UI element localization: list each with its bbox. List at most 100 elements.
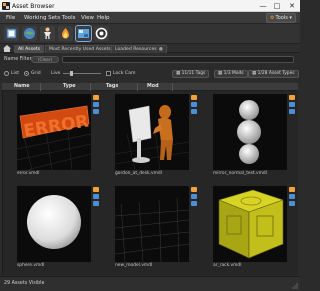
clear-button-label: Clear bbox=[39, 57, 51, 62]
lock-icon bbox=[191, 201, 197, 206]
asset-tile-ar-rack[interactable]: ar_rack.vmdl bbox=[199, 183, 297, 275]
asset-types-icon: ▦ bbox=[252, 71, 257, 76]
column-separator[interactable] bbox=[90, 83, 91, 91]
chevron-down-icon: ▾ bbox=[289, 15, 292, 21]
asset-grid: ERROR error.vmdl gordon_at_desk.vmdl mir… bbox=[2, 91, 298, 275]
lock-icon bbox=[93, 109, 99, 114]
name-filter-input[interactable] bbox=[62, 56, 294, 63]
menu-help[interactable]: Help bbox=[97, 15, 110, 21]
world-filter-icon[interactable] bbox=[22, 26, 37, 41]
tags-icon: ▦ bbox=[176, 71, 181, 76]
close-tab-icon[interactable]: ● bbox=[159, 47, 163, 52]
lock-icon bbox=[191, 109, 197, 114]
column-separator[interactable] bbox=[40, 83, 41, 91]
asset-tabs: All Assets Most Recently Used Assets Loa… bbox=[0, 44, 300, 53]
material-filter-icon[interactable] bbox=[94, 26, 109, 41]
tab-label: All Assets bbox=[18, 47, 41, 52]
asset-thumbnail[interactable]: ERROR bbox=[17, 94, 91, 170]
home-icon[interactable] bbox=[3, 45, 11, 52]
mods-filter-label: 1/3 Mods bbox=[223, 71, 244, 76]
asset-tile-new-model[interactable]: new_model.vmdl bbox=[101, 183, 199, 275]
window-titlebar: Asset Browser — □ ✕ bbox=[0, 0, 300, 12]
minimize-button[interactable]: — bbox=[256, 1, 270, 11]
tags-filter-label: 11/11 Tags bbox=[181, 71, 206, 76]
lock-icon bbox=[289, 201, 295, 206]
gear-icon: ⚙ bbox=[270, 15, 275, 21]
column-tags[interactable]: Tags bbox=[106, 84, 118, 89]
menu-file[interactable]: File bbox=[6, 15, 15, 21]
asset-tile-error[interactable]: ERROR error.vmdl bbox=[3, 91, 101, 183]
menu-tools[interactable]: Tools bbox=[62, 15, 76, 21]
asset-tile-sphere[interactable]: sphere.vmdl bbox=[3, 183, 101, 275]
asset-thumbnail[interactable] bbox=[213, 94, 287, 170]
asset-thumbnail[interactable] bbox=[115, 186, 189, 262]
asset-name: ar_rack.vmdl bbox=[213, 263, 242, 268]
asset-tile-gordon-at-desk[interactable]: gordon_at_desk.vmdl bbox=[101, 91, 199, 183]
menu-working-sets[interactable]: Working Sets bbox=[24, 15, 60, 21]
tools-button-label: Tools bbox=[275, 15, 288, 21]
view-options-row: List Grid Live Lock Cam ▦ 11/11 Tags ▦ 1… bbox=[0, 67, 300, 80]
model-type-icon bbox=[191, 95, 197, 100]
lock-cam-label: Lock Cam bbox=[113, 71, 136, 76]
asset-type-toolbar bbox=[0, 24, 300, 44]
column-header: Name Type Tags Mod bbox=[2, 83, 298, 91]
mods-filter-button[interactable]: ▦ 1/3 Mods bbox=[214, 70, 248, 78]
asset-thumbnail[interactable] bbox=[17, 186, 91, 262]
grid-view-label: Grid bbox=[31, 71, 41, 76]
lock-icon bbox=[93, 201, 99, 206]
window-title: Asset Browser bbox=[12, 3, 55, 10]
status-bar: 29 Assets Visible bbox=[0, 276, 300, 291]
list-view-radio[interactable] bbox=[4, 71, 9, 76]
asset-name: gordon_at_desk.vmdl bbox=[115, 171, 162, 176]
asset-thumbnail[interactable] bbox=[115, 94, 189, 170]
texture-filter-icon[interactable] bbox=[75, 25, 92, 42]
tab-label: Loaded Resources bbox=[115, 47, 157, 52]
menu-view[interactable]: View bbox=[81, 15, 94, 21]
lock-icon bbox=[289, 109, 295, 114]
mods-icon: ▦ bbox=[218, 71, 223, 76]
column-name[interactable]: Name bbox=[14, 84, 30, 89]
model-type-icon bbox=[93, 187, 99, 192]
asset-name: mirror_normal_test.vmdl bbox=[213, 171, 267, 176]
tools-dropdown-button[interactable]: ⚙Tools ▾ bbox=[266, 13, 296, 23]
particle-filter-icon[interactable] bbox=[58, 26, 73, 41]
name-filter-label: Name Filter: bbox=[4, 57, 34, 62]
visible-assets-count: 29 Assets Visible bbox=[4, 281, 45, 286]
tab-all-assets[interactable]: All Assets bbox=[14, 45, 45, 53]
asset-browser-app-icon bbox=[2, 2, 10, 10]
column-separator[interactable] bbox=[172, 83, 173, 91]
maximize-button[interactable]: □ bbox=[270, 1, 284, 11]
model-filter-icon[interactable] bbox=[4, 26, 19, 41]
model-type-icon bbox=[191, 187, 197, 192]
asset-name: error.vmdl bbox=[17, 171, 40, 176]
asset-types-filter-label: 1/28 Asset Types bbox=[257, 71, 295, 76]
model-type-icon bbox=[289, 95, 295, 100]
lock-icon bbox=[93, 194, 99, 199]
asset-tile-mirror-normal-test[interactable]: mirror_normal_test.vmdl bbox=[199, 91, 297, 183]
asset-name: new_model.vmdl bbox=[115, 263, 153, 268]
menubar: File Working Sets Tools View Help ⚙Tools… bbox=[0, 12, 300, 24]
live-label: Live bbox=[51, 71, 61, 76]
close-button[interactable]: ✕ bbox=[285, 1, 299, 11]
asset-thumbnail[interactable] bbox=[213, 186, 287, 262]
tab-loaded-resources[interactable]: Loaded Resources ● bbox=[111, 45, 167, 53]
asset-name: sphere.vmdl bbox=[17, 263, 45, 268]
model-type-icon bbox=[289, 187, 295, 192]
thumbnail-size-slider-handle[interactable] bbox=[70, 71, 73, 76]
resize-grip-icon[interactable] bbox=[292, 283, 298, 289]
column-separator[interactable] bbox=[137, 83, 138, 91]
character-filter-icon[interactable] bbox=[40, 26, 55, 41]
column-mod[interactable]: Mod bbox=[147, 84, 159, 89]
column-type[interactable]: Type bbox=[63, 84, 76, 89]
asset-types-filter-button[interactable]: ▦ 1/28 Asset Types bbox=[248, 70, 299, 78]
list-view-label: List bbox=[11, 71, 20, 76]
name-filter-row: Name Filter: (Clear) bbox=[0, 54, 300, 66]
tags-filter-button[interactable]: ▦ 11/11 Tags bbox=[172, 70, 210, 78]
lock-cam-checkbox[interactable] bbox=[106, 71, 111, 76]
tab-most-recently-used[interactable]: Most Recently Used Assets bbox=[45, 45, 115, 53]
grid-view-radio[interactable] bbox=[24, 71, 29, 76]
clear-filter-button[interactable]: (Clear) bbox=[31, 56, 59, 63]
lock-icon bbox=[191, 102, 197, 107]
thumbnail-size-slider[interactable] bbox=[63, 73, 101, 74]
lock-icon bbox=[191, 194, 197, 199]
